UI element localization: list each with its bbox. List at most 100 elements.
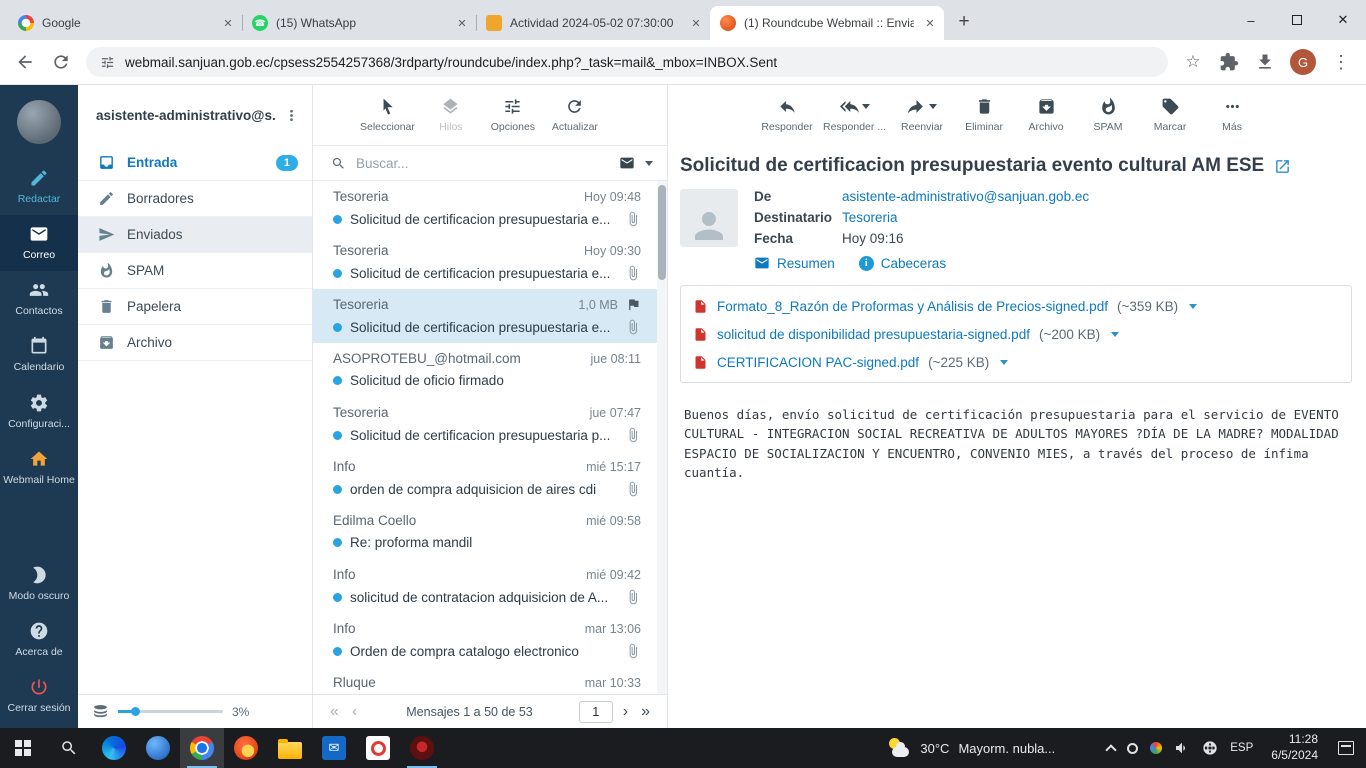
toolbar-button[interactable]: SPAM: [1077, 97, 1139, 133]
toolbar-button[interactable]: Archivo: [1015, 97, 1077, 133]
message-row[interactable]: Info mar 13:06 Orden de compra catalogo …: [313, 613, 667, 667]
extensions-icon[interactable]: [1218, 51, 1240, 73]
toolbar-button[interactable]: Opciones: [482, 97, 544, 133]
unread-dot-icon[interactable]: [333, 646, 342, 656]
message-row[interactable]: ASOPROTEBU_@hotmail.com jue 08:11 Solici…: [313, 343, 667, 397]
attachment-name[interactable]: CERTIFICACION PAC-signed.pdf: [717, 355, 919, 370]
dropdown-caret-icon[interactable]: [861, 104, 870, 109]
message-row[interactable]: Tesoreria Hoy 09:48 Solicitud de certifi…: [313, 181, 667, 235]
flag-icon[interactable]: [626, 297, 641, 312]
browser-tab-roundcube-active[interactable]: (1) Roundcube Webmail :: Envia ✕: [710, 6, 944, 40]
tab-close-icon[interactable]: ✕: [220, 15, 236, 31]
taskbar-app[interactable]: [356, 728, 400, 768]
tab-close-icon[interactable]: ✕: [688, 15, 704, 31]
hidden-icons-chevron-icon[interactable]: [1105, 743, 1117, 756]
taskbar-app[interactable]: [92, 728, 136, 768]
next-page-button[interactable]: ›: [620, 703, 631, 721]
start-button[interactable]: [0, 728, 46, 768]
sidebar-item[interactable]: Configuraci...: [0, 384, 78, 440]
browser-menu-icon[interactable]: ⋮: [1330, 51, 1352, 73]
sidebar-item[interactable]: Cerrar sesión: [0, 668, 78, 724]
language-indicator[interactable]: ESP: [1230, 742, 1253, 754]
from-address-link[interactable]: asistente-administrativo@sanjuan.gob.ec: [842, 189, 1089, 204]
page-url[interactable]: webmail.sanjuan.gob.ec/cpsess2554257368/…: [125, 55, 777, 70]
scrollbar-thumb[interactable]: [658, 185, 666, 280]
tray-color-app-icon[interactable]: [1150, 742, 1163, 754]
toolbar-button[interactable]: Hilos: [420, 97, 482, 133]
window-minimize-button[interactable]: –: [1228, 0, 1274, 40]
unread-dot-icon[interactable]: [333, 484, 342, 494]
folder-item[interactable]: Borradores: [78, 181, 312, 217]
browser-tab-actividad[interactable]: Actividad 2024-05-02 07:30:00 ✕: [476, 6, 710, 40]
toolbar-button[interactable]: Marcar: [1139, 97, 1201, 133]
unread-dot-icon[interactable]: [333, 538, 342, 547]
toolbar-button[interactable]: Actualizar: [544, 97, 606, 133]
scrollbar[interactable]: [657, 181, 667, 694]
toolbar-button[interactable]: Más: [1201, 97, 1263, 133]
sidebar-item[interactable]: Contactos: [0, 271, 78, 327]
bookmark-star-icon[interactable]: ☆: [1182, 51, 1204, 73]
attachment-menu-caret-icon[interactable]: [1111, 331, 1120, 337]
folder-item[interactable]: Enviados: [78, 217, 312, 253]
search-input[interactable]: [356, 155, 609, 171]
browser-tab-google[interactable]: Google ✕: [8, 6, 242, 40]
dropdown-caret-icon[interactable]: [929, 104, 938, 109]
folder-item[interactable]: SPAM: [78, 253, 312, 289]
attachment-name[interactable]: Formato_8_Razón de Proformas y Análisis …: [717, 299, 1108, 314]
unread-dot-icon[interactable]: [333, 376, 342, 385]
message-row[interactable]: Tesoreria Hoy 09:30 Solicitud de certifi…: [313, 235, 667, 289]
taskbar-app[interactable]: [136, 728, 180, 768]
action-center-button[interactable]: [1326, 728, 1366, 768]
toolbar-button[interactable]: Responder: [756, 97, 818, 133]
search-scope-mail-icon[interactable]: [619, 155, 635, 171]
taskbar-app[interactable]: [180, 728, 224, 768]
new-tab-button[interactable]: +: [950, 8, 978, 36]
unread-dot-icon[interactable]: [333, 268, 342, 278]
volume-icon[interactable]: [1174, 740, 1190, 756]
sidebar-item[interactable]: Modo oscuro: [0, 556, 78, 612]
folder-item[interactable]: Entrada 1: [78, 145, 312, 181]
summary-link[interactable]: Resumen: [754, 255, 835, 271]
back-button[interactable]: [14, 51, 36, 73]
network-icon[interactable]: [1202, 740, 1218, 756]
attachment-item[interactable]: solicitud de disponibilidad presupuestar…: [693, 320, 1339, 348]
folder-item[interactable]: Papelera: [78, 289, 312, 325]
downloads-icon[interactable]: [1254, 51, 1276, 73]
toolbar-button[interactable]: Reenviar: [891, 97, 953, 133]
message-row[interactable]: Tesoreria 1,0 MB Solicitud de certificac…: [313, 289, 667, 343]
sidebar-item[interactable]: Redactar: [0, 159, 78, 215]
sidebar-item[interactable]: Calendario: [0, 327, 78, 383]
taskbar-app[interactable]: [268, 728, 312, 768]
attachment-item[interactable]: CERTIFICACION PAC-signed.pdf (~225 KB): [693, 348, 1339, 376]
taskbar-clock[interactable]: 11:28 6/5/2024: [1263, 728, 1326, 768]
first-page-button[interactable]: «: [327, 703, 342, 721]
taskbar-app[interactable]: [312, 728, 356, 768]
sidebar-item[interactable]: Webmail Home: [0, 440, 78, 496]
attachment-item[interactable]: Formato_8_Razón de Proformas y Análisis …: [693, 292, 1339, 320]
folder-options-icon[interactable]: [283, 107, 300, 124]
attachment-menu-caret-icon[interactable]: [1000, 359, 1009, 365]
to-address-link[interactable]: Tesoreria: [842, 210, 898, 225]
site-info-icon[interactable]: [100, 55, 115, 70]
page-number-input[interactable]: [578, 700, 613, 723]
message-row[interactable]: Edilma Coello mié 09:58 Re: proforma man…: [313, 505, 667, 559]
toolbar-button[interactable]: Responder ...: [818, 97, 891, 133]
tray-app-icon[interactable]: [1127, 742, 1139, 754]
open-in-new-window-icon[interactable]: [1274, 158, 1291, 175]
refresh-button[interactable]: [50, 51, 72, 73]
browser-tab-whatsapp[interactable]: (15) WhatsApp ✕: [242, 6, 476, 40]
taskbar-app[interactable]: [224, 728, 268, 768]
previous-page-button[interactable]: ‹: [349, 703, 360, 721]
omnibox[interactable]: webmail.sanjuan.gob.ec/cpsess2554257368/…: [86, 47, 1168, 77]
message-row[interactable]: Rluque mar 10:33: [313, 667, 667, 694]
sidebar-item[interactable]: Correo: [0, 215, 78, 272]
taskbar-search-button[interactable]: [46, 728, 92, 768]
message-row[interactable]: Info mié 09:42 solicitud de contratacion…: [313, 559, 667, 613]
weather-widget[interactable]: 30°C Mayorm. nubla...: [875, 728, 1067, 768]
taskbar-app[interactable]: [400, 728, 444, 768]
tab-close-icon[interactable]: ✕: [922, 15, 938, 31]
window-close-button[interactable]: ✕: [1320, 0, 1366, 40]
browser-profile-avatar[interactable]: G: [1290, 49, 1316, 75]
toolbar-button[interactable]: Seleccionar: [355, 97, 420, 133]
folder-item[interactable]: Archivo: [78, 325, 312, 361]
